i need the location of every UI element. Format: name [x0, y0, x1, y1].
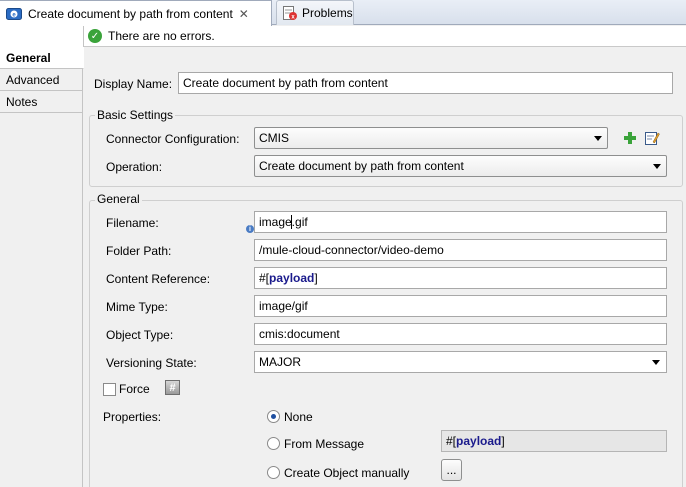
- mime-type-field[interactable]: image/gif: [254, 295, 667, 317]
- folder-path-label: Folder Path:: [106, 244, 172, 258]
- edit-icon[interactable]: [644, 130, 660, 146]
- display-name-label: Display Name:: [94, 77, 173, 91]
- tab-create-document[interactable]: e Create document by path from content ✕: [0, 0, 272, 26]
- radio-none[interactable]: [267, 410, 280, 423]
- chevron-down-icon: [594, 136, 602, 141]
- editor-tab-bar: e Create document by path from content ✕…: [0, 0, 686, 26]
- filename-field[interactable]: image.gif: [254, 211, 667, 233]
- versioning-state-value: MAJOR: [259, 355, 301, 369]
- operation-label: Operation:: [106, 160, 163, 174]
- nav-item-label: General: [6, 50, 51, 65]
- versioning-state-label: Versioning State:: [106, 356, 197, 370]
- radio-create-manually[interactable]: [267, 466, 280, 479]
- expression-open: #[: [259, 271, 270, 285]
- properties-panel: Display Name: Create document by path fr…: [84, 47, 686, 487]
- properties-label: Properties:: [103, 410, 162, 424]
- object-type-field[interactable]: cmis:document: [254, 323, 667, 345]
- browse-button[interactable]: ...: [441, 459, 462, 481]
- content-reference-label: Content Reference:: [106, 272, 211, 286]
- add-icon[interactable]: [623, 131, 637, 145]
- versioning-state-select[interactable]: MAJOR: [254, 351, 667, 373]
- from-message-field: #[payload]: [441, 430, 667, 452]
- tab-label: Create document by path from content: [28, 6, 233, 21]
- connector-config-select[interactable]: CMIS: [254, 127, 608, 149]
- expression-open: #[: [446, 434, 457, 448]
- section-nav: General Advanced Notes: [0, 47, 84, 487]
- browse-button-label: ...: [446, 463, 457, 477]
- force-label: Force: [119, 382, 150, 396]
- tab-label: Problems: [302, 6, 353, 20]
- nav-item-label: Notes: [6, 94, 38, 109]
- mime-type-label: Mime Type:: [106, 300, 168, 314]
- problems-icon: x: [283, 6, 297, 21]
- expression-keyword: payload: [269, 271, 315, 285]
- folder-path-field[interactable]: /mule-cloud-connector/video-demo: [254, 239, 667, 261]
- object-type-label: Object Type:: [106, 328, 174, 342]
- expression-close: ]: [314, 271, 318, 285]
- group-title-general: General: [95, 192, 142, 206]
- radio-from-message-label: From Message: [284, 437, 365, 451]
- filename-label: Filename:: [106, 216, 159, 230]
- operation-value: Create document by path from content: [259, 159, 464, 173]
- nav-item-label: Advanced: [6, 72, 60, 87]
- chevron-down-icon: [652, 360, 660, 365]
- group-title-basic-settings: Basic Settings: [95, 108, 176, 122]
- mime-type-value: image/gif: [259, 299, 308, 313]
- validation-status: ✓ There are no errors.: [83, 26, 686, 47]
- content-reference-field[interactable]: #[payload]: [254, 267, 667, 289]
- connector-config-value: CMIS: [259, 131, 289, 145]
- info-icon: i: [246, 225, 254, 233]
- close-icon[interactable]: ✕: [239, 7, 249, 21]
- nav-header: [0, 26, 84, 47]
- chevron-down-icon: [653, 164, 661, 169]
- connector-config-label: Connector Configuration:: [106, 132, 240, 146]
- check-circle-icon: ✓: [88, 29, 102, 43]
- tab-problems[interactable]: x Problems: [276, 0, 354, 25]
- radio-none-label: None: [284, 410, 313, 424]
- expression-mode-button[interactable]: #: [165, 380, 180, 395]
- expression-keyword: payload: [456, 434, 502, 448]
- nav-item-advanced[interactable]: Advanced: [0, 69, 82, 91]
- operation-select[interactable]: Create document by path from content: [254, 155, 667, 177]
- expression-close: ]: [501, 434, 505, 448]
- display-name-value: Create document by path from content: [183, 76, 388, 90]
- object-type-value: cmis:document: [259, 327, 340, 341]
- mule-connector-icon: e: [6, 7, 22, 20]
- display-name-field[interactable]: Create document by path from content: [178, 72, 673, 94]
- force-checkbox[interactable]: [103, 383, 116, 396]
- nav-item-general[interactable]: General: [0, 47, 84, 69]
- nav-item-notes[interactable]: Notes: [0, 91, 82, 113]
- radio-from-message[interactable]: [267, 437, 280, 450]
- folder-path-value: /mule-cloud-connector/video-demo: [259, 243, 444, 257]
- text-cursor: [291, 215, 292, 229]
- radio-create-manually-label: Create Object manually: [284, 466, 410, 480]
- filename-value: image.gif: [259, 215, 308, 229]
- status-text: There are no errors.: [108, 29, 215, 43]
